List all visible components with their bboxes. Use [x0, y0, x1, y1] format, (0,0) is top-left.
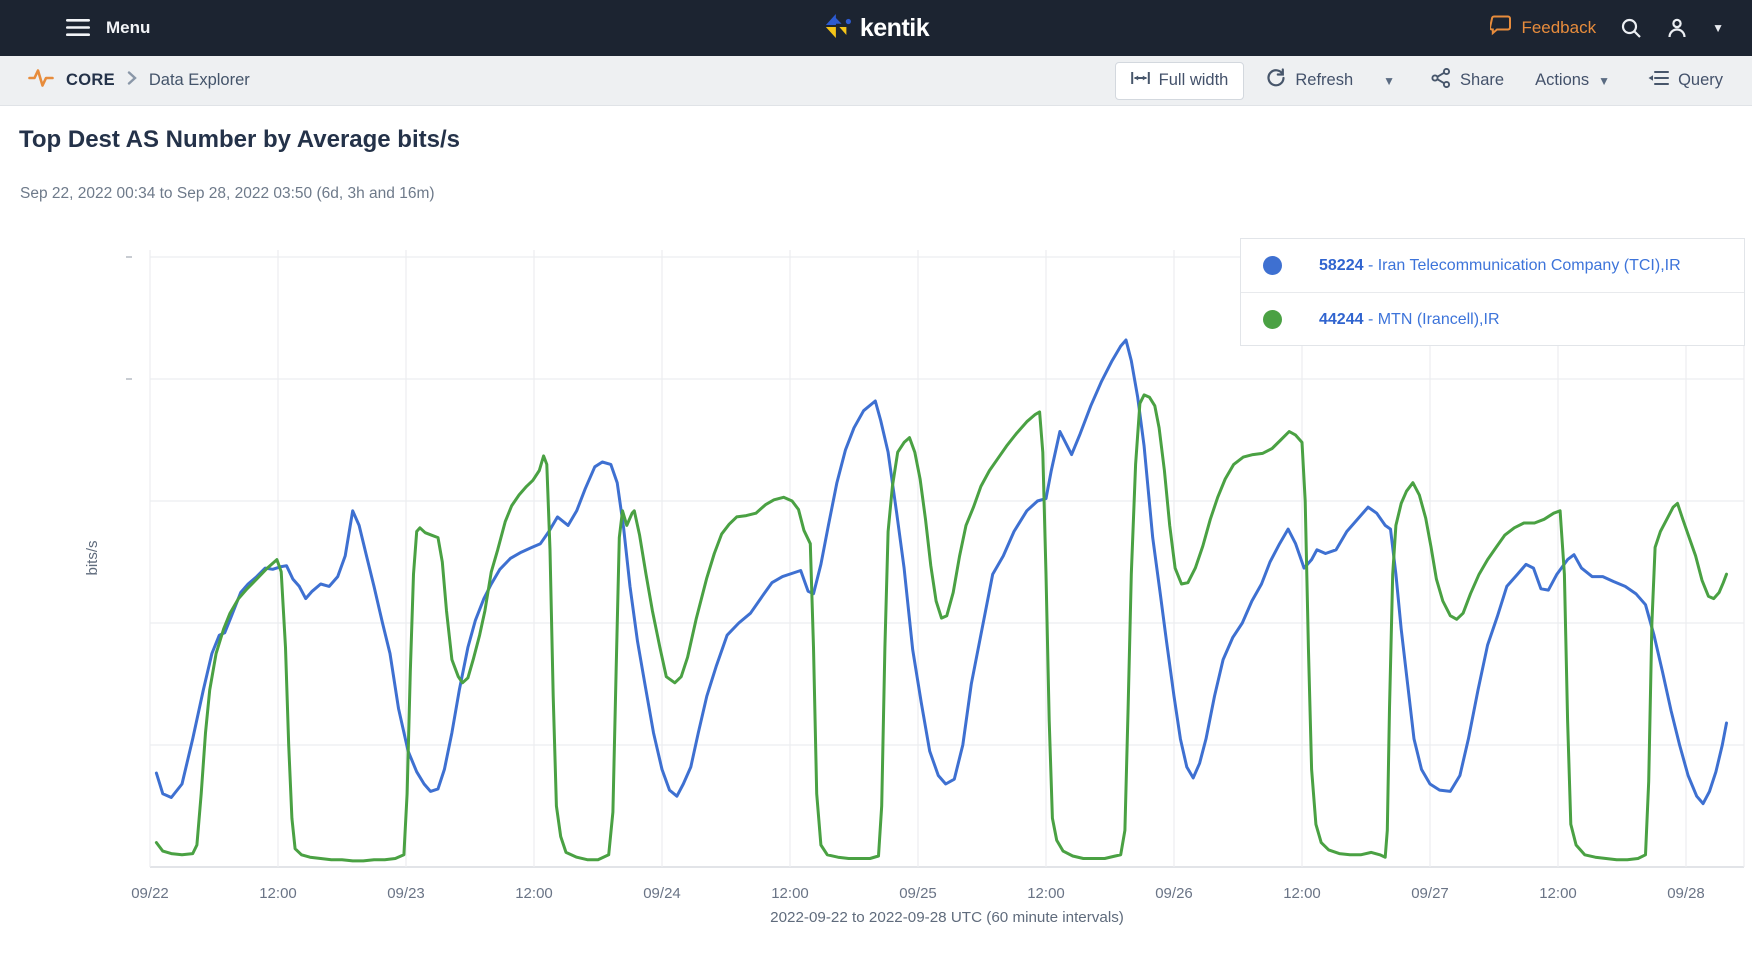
x-axis-caption: 2022-09-22 to 2022-09-28 UTC (60 minute …: [770, 909, 1124, 926]
x-tick-label: 09/24: [643, 885, 681, 902]
x-tick-label: 09/27: [1411, 885, 1449, 902]
x-tick-label: 09/26: [1155, 885, 1193, 902]
x-tick-label: 09/25: [899, 885, 937, 902]
legend-label-44244: 44244 - MTN (Irancell),IR: [1319, 311, 1500, 329]
series-line-44244[interactable]: [156, 395, 1726, 861]
x-tick-label: 12:00: [771, 885, 809, 902]
x-tick-label: 12:00: [259, 885, 297, 902]
x-tick-label: 09/28: [1667, 885, 1705, 902]
chart-canvas[interactable]: 09/22 12:00 09/23 12:00 09/24 12:00 09/25 12:00…: [0, 0, 1752, 953]
legend-dot-green-icon: [1263, 310, 1282, 329]
legend-item-58224[interactable]: 58224 - Iran Telecommunication Company (…: [1241, 239, 1744, 293]
legend-item-44244[interactable]: 44244 - MTN (Irancell),IR: [1241, 293, 1744, 346]
x-tick-label: 09/22: [131, 885, 169, 902]
legend-label-58224: 58224 - Iran Telecommunication Company (…: [1319, 257, 1681, 275]
x-tick-label: 12:00: [1539, 885, 1577, 902]
y-axis-label: bits/s: [84, 540, 101, 575]
kentik-data-explorer-page: Menu kentik: [0, 0, 1752, 953]
series-line-58224[interactable]: [156, 340, 1726, 804]
x-tick-label: 12:00: [1283, 885, 1321, 902]
chart-legend: 58224 - Iran Telecommunication Company (…: [1240, 238, 1745, 346]
x-tick-label: 12:00: [515, 885, 553, 902]
x-tick-label: 09/23: [387, 885, 425, 902]
x-tick-label: 12:00: [1027, 885, 1065, 902]
legend-dot-blue-icon: [1263, 256, 1282, 275]
